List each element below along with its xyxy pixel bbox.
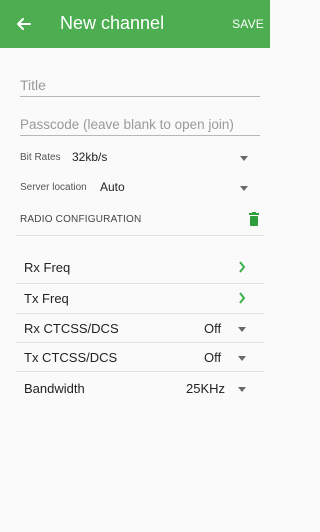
bandwidth-select[interactable]: Bandwidth 25KHz bbox=[16, 373, 264, 403]
rx-ctcss-label: Rx CTCSS/DCS bbox=[24, 321, 119, 336]
title-placeholder: Title bbox=[20, 77, 46, 93]
divider bbox=[16, 235, 264, 236]
app-bar: New channel SAVE bbox=[0, 0, 270, 48]
bit-rates-value: 32kb/s bbox=[72, 150, 108, 164]
server-location-value: Auto bbox=[100, 180, 125, 194]
passcode-input[interactable]: Passcode (leave blank to open join) bbox=[20, 111, 260, 136]
server-location-select[interactable]: Server location Auto bbox=[20, 178, 260, 198]
rx-freq-row[interactable]: Rx Freq bbox=[16, 252, 264, 282]
tx-ctcss-value: Off bbox=[204, 350, 222, 365]
dropdown-caret-icon bbox=[240, 186, 248, 191]
trash-icon[interactable] bbox=[248, 212, 260, 226]
dropdown-caret-icon bbox=[240, 156, 248, 161]
section-title: RADIO CONFIGURATION bbox=[20, 214, 142, 225]
passcode-placeholder: Passcode (leave blank to open join) bbox=[20, 117, 234, 132]
rx-ctcss-select[interactable]: Rx CTCSS/DCS Off bbox=[16, 313, 264, 343]
tx-freq-label: Tx Freq bbox=[24, 291, 69, 306]
tx-ctcss-select[interactable]: Tx CTCSS/DCS Off bbox=[16, 342, 264, 372]
radio-configuration-header: RADIO CONFIGURATION bbox=[20, 212, 260, 227]
tx-ctcss-label: Tx CTCSS/DCS bbox=[24, 350, 118, 365]
bandwidth-label: Bandwidth bbox=[24, 381, 85, 396]
divider bbox=[16, 371, 264, 372]
bit-rates-select[interactable]: Bit Rates 32kb/s bbox=[20, 148, 260, 168]
tx-freq-row[interactable]: Tx Freq bbox=[16, 283, 264, 313]
title-input[interactable]: Title bbox=[20, 72, 260, 97]
rx-ctcss-value: Off bbox=[204, 321, 222, 336]
dropdown-caret-icon bbox=[238, 327, 246, 332]
dropdown-caret-icon bbox=[238, 356, 246, 361]
server-location-label: Server location bbox=[20, 182, 87, 193]
dropdown-caret-icon bbox=[238, 387, 246, 392]
save-button[interactable]: SAVE bbox=[232, 17, 264, 31]
bandwidth-value: 25KHz bbox=[186, 381, 226, 396]
chevron-right-icon bbox=[239, 292, 246, 304]
arrow-left-icon[interactable] bbox=[14, 14, 34, 34]
rx-freq-label: Rx Freq bbox=[24, 260, 71, 275]
page-title: New channel bbox=[60, 13, 165, 33]
bit-rates-label: Bit Rates bbox=[20, 152, 61, 163]
chevron-right-icon bbox=[239, 261, 246, 273]
